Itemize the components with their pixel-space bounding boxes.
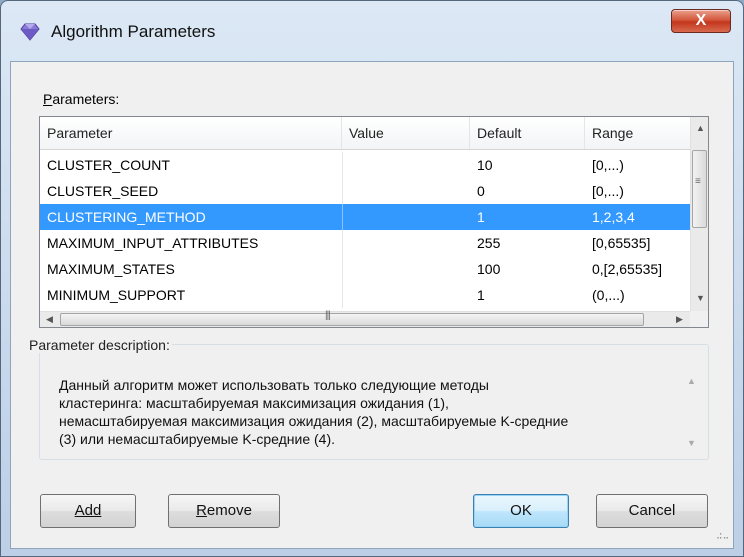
cancel-button[interactable]: Cancel [596, 494, 708, 528]
table-row[interactable]: MAXIMUM_INPUT_ATTRIBUTES 255 [0,65535] [40, 230, 690, 256]
cell-parameter: CLUSTER_SEED [47, 183, 159, 199]
remove-button-label: Remove [196, 502, 252, 519]
description-line: Данный алгоритм может использовать тольк… [59, 377, 489, 393]
cell-parameter: CLUSTER_COUNT [47, 157, 170, 173]
table-row[interactable]: CLUSTER_SEED 0 [0,...) [40, 178, 690, 204]
description-title: Parameter description: [27, 337, 172, 353]
add-button[interactable]: Add [40, 494, 136, 528]
cell-range: 0,[2,65535] [592, 261, 663, 277]
description-line: кластеринга: масштабируемая максимизация… [59, 395, 449, 411]
cell-value[interactable] [342, 152, 470, 178]
gem-icon [20, 23, 40, 41]
scroll-right-arrow-icon[interactable]: ▶ [676, 314, 683, 325]
list-header: Parameter Value Default Range [40, 117, 690, 150]
cell-value[interactable] [342, 178, 470, 204]
parameters-list[interactable]: Parameter Value Default Range CLUSTER_CO… [39, 116, 709, 328]
ok-button[interactable]: OK [473, 494, 569, 528]
add-button-label: Add [74, 502, 102, 519]
column-header-parameter[interactable]: Parameter [40, 117, 342, 149]
description-text: Данный алгоритм может использовать тольк… [59, 376, 669, 448]
table-row[interactable]: MAXIMUM_STATES 100 0,[2,65535] [40, 256, 690, 282]
horizontal-scrollbar[interactable]: ◀ ||| ▶ [40, 310, 690, 327]
column-header-default[interactable]: Default [470, 117, 585, 149]
close-button[interactable]: X [671, 9, 731, 33]
dialog-client-area: Parameters: Parameter Value Default Rang… [10, 61, 734, 549]
cell-parameter: MAXIMUM_INPUT_ATTRIBUTES [47, 235, 259, 251]
table-row[interactable]: CLUSTERING_METHOD 1 1,2,3,4 [40, 204, 690, 230]
cell-default: 100 [477, 261, 501, 277]
scroll-left-arrow-icon[interactable]: ◀ [46, 314, 53, 325]
parameters-label: Parameters: [43, 91, 120, 107]
window-title: Algorithm Parameters [51, 22, 216, 41]
cell-range: 1,2,3,4 [592, 209, 635, 225]
cell-value[interactable] [342, 256, 470, 282]
scroll-down-arrow-icon[interactable]: ▼ [696, 293, 705, 303]
cell-value[interactable] [342, 204, 470, 230]
cell-range: [0,...) [592, 183, 624, 199]
algorithm-parameters-dialog: Algorithm Parameters X Parameters: Param… [0, 0, 744, 557]
cell-default: 10 [477, 157, 493, 173]
cell-range: [0,...) [592, 157, 624, 173]
vertical-scroll-thumb[interactable] [692, 150, 707, 228]
column-header-value[interactable]: Value [342, 117, 470, 149]
scrollbar-corner [690, 311, 708, 327]
cell-range: [0,65535] [592, 235, 651, 251]
remove-button[interactable]: Remove [168, 494, 280, 528]
cell-parameter: MAXIMUM_STATES [47, 261, 175, 277]
scroll-grip-icon: ≡ [695, 176, 701, 187]
title-bar[interactable]: Algorithm Parameters X [1, 1, 743, 61]
cell-range: (0,...) [592, 287, 625, 303]
resize-grip-icon[interactable]: ⠠ ⠤⠤ [716, 528, 730, 544]
cell-value[interactable] [342, 230, 470, 256]
scroll-grip-icon: ||| [325, 310, 331, 321]
cell-default: 1 [477, 287, 485, 303]
cell-parameter: CLUSTERING_METHOD [47, 209, 206, 225]
cell-default: 0 [477, 183, 485, 199]
vertical-scrollbar[interactable]: ▲ ≡ ▼ [690, 117, 708, 311]
description-line: немасштабируемая максимизация ожидания (… [59, 413, 569, 429]
table-row[interactable]: CLUSTER_COUNT 10 [0,...) [40, 152, 690, 178]
description-scrollbar[interactable]: ▲ ▼ [683, 372, 701, 452]
horizontal-scroll-thumb[interactable] [60, 313, 644, 326]
cell-parameter: MINIMUM_SUPPORT [47, 287, 186, 303]
cell-value[interactable] [342, 282, 470, 308]
scroll-down-arrow-icon[interactable]: ▼ [687, 438, 696, 448]
scroll-up-arrow-icon[interactable]: ▲ [696, 123, 705, 133]
description-line: (3) или немасштабируемые K-средние (4). [59, 431, 336, 447]
cell-default: 1 [477, 209, 485, 225]
table-row[interactable]: MINIMUM_SUPPORT 1 (0,...) [40, 282, 690, 308]
scroll-up-arrow-icon[interactable]: ▲ [687, 376, 696, 386]
column-header-range[interactable]: Range [585, 117, 690, 149]
cell-default: 255 [477, 235, 501, 251]
